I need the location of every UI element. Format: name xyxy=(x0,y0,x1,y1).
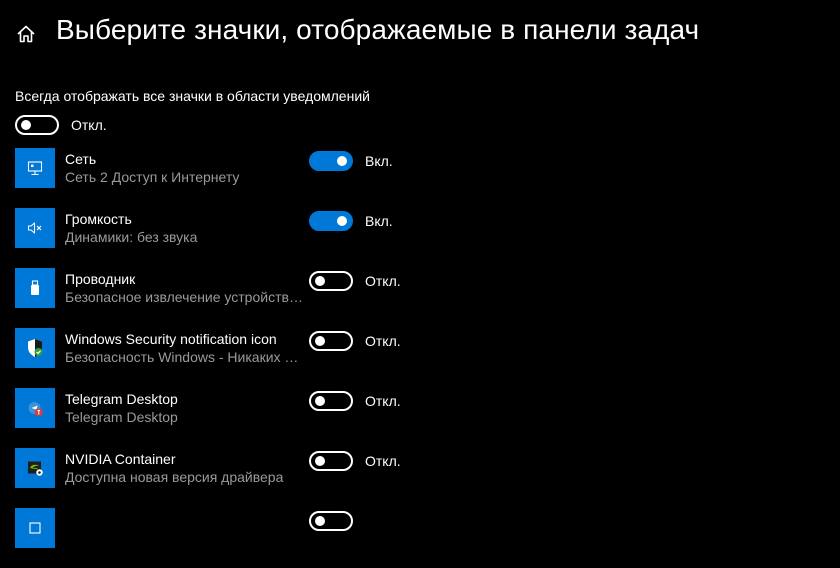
toggle-knob xyxy=(315,396,325,406)
network-monitor-icon xyxy=(27,161,43,176)
network-toggle[interactable] xyxy=(309,151,353,171)
always-show-all-toggle[interactable] xyxy=(15,115,59,135)
partial-item-toggle[interactable] xyxy=(309,511,353,531)
toggle-knob xyxy=(315,516,325,526)
nvidia-container-toggle[interactable] xyxy=(309,451,353,471)
always-show-all-label: Всегда отображать все значки в области у… xyxy=(15,88,370,104)
app-icon-tile xyxy=(15,208,55,248)
telegram-toggle[interactable] xyxy=(309,391,353,411)
windows-security-toggle[interactable] xyxy=(309,331,353,351)
toggle-knob xyxy=(315,456,325,466)
explorer-toggle[interactable] xyxy=(309,271,353,291)
item-name: Проводник xyxy=(65,271,136,287)
toggle-state-label: Откл. xyxy=(365,273,401,289)
item-description: Безопасность Windows - Никаких действий … xyxy=(65,349,305,365)
list-item-windows-security: Windows Security notification icon Безоп… xyxy=(15,328,840,388)
item-name: Telegram Desktop xyxy=(65,391,178,407)
toggle-state-label: Вкл. xyxy=(365,213,393,229)
list-item-nvidia-container: NVIDIA Container Доступна новая версия д… xyxy=(15,448,840,508)
speaker-muted-icon xyxy=(27,222,42,234)
toggle-state-label: Откл. xyxy=(365,333,401,349)
home-button[interactable] xyxy=(12,20,40,48)
toggle-knob xyxy=(315,276,325,286)
page-title: Выберите значки, отображаемые в панели з… xyxy=(56,14,700,45)
item-name: Сеть xyxy=(65,151,97,167)
taskbar-icons-list: Сеть Сеть 2 Доступ к Интернету Вкл. Гром… xyxy=(15,148,840,568)
nvidia-icon xyxy=(28,461,43,476)
toggle-state-label: Вкл. xyxy=(365,153,393,169)
item-description: Доступна новая версия драйвера xyxy=(65,469,284,485)
list-item-telegram: Telegram Desktop Telegram Desktop Откл. xyxy=(15,388,840,448)
toggle-state-label: Откл. xyxy=(71,117,107,133)
security-shield-icon xyxy=(28,339,43,357)
app-icon-tile xyxy=(15,268,55,308)
list-item-explorer: Проводник Безопасное извлечение устройст… xyxy=(15,268,840,328)
always-show-all-row: Откл. xyxy=(15,114,107,136)
telegram-icon xyxy=(28,402,43,416)
app-icon-tile xyxy=(15,388,55,428)
app-icon-tile xyxy=(15,508,55,548)
toggle-knob xyxy=(337,156,347,166)
app-icon xyxy=(29,522,41,534)
toggle-knob xyxy=(315,336,325,346)
toggle-knob xyxy=(21,120,31,130)
toggle-state-label: Откл. xyxy=(365,393,401,409)
app-icon-tile xyxy=(15,148,55,188)
item-name: Громкость xyxy=(65,211,132,227)
toggle-knob xyxy=(337,216,347,226)
list-item-volume: Громкость Динамики: без звука Вкл. xyxy=(15,208,840,268)
item-description: Безопасное извлечение устройств и дисков xyxy=(65,289,305,305)
item-name: Windows Security notification icon xyxy=(65,331,277,347)
toggle-state-label: Откл. xyxy=(365,453,401,469)
item-name: NVIDIA Container xyxy=(65,451,176,467)
item-description: Сеть 2 Доступ к Интернету xyxy=(65,169,240,185)
list-item-network: Сеть Сеть 2 Доступ к Интернету Вкл. xyxy=(15,148,840,208)
home-icon xyxy=(17,25,35,43)
item-description: Динамики: без звука xyxy=(65,229,198,245)
item-description: Telegram Desktop xyxy=(65,409,178,425)
volume-toggle[interactable] xyxy=(309,211,353,231)
app-icon-tile xyxy=(15,328,55,368)
list-item-partial xyxy=(15,508,840,568)
app-icon-tile xyxy=(15,448,55,488)
usb-drive-icon xyxy=(31,280,39,295)
